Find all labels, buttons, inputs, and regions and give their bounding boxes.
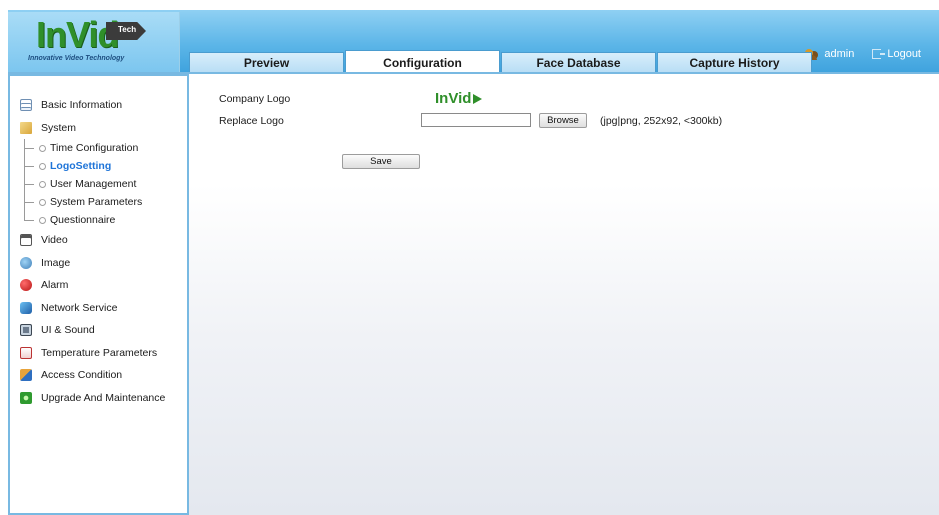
tab-configuration[interactable]: Configuration bbox=[345, 50, 500, 72]
sidebar-item-label: Upgrade And Maintenance bbox=[41, 391, 166, 404]
video-icon bbox=[20, 234, 32, 247]
bullet-icon bbox=[39, 198, 46, 206]
sidebar-item-image[interactable]: Image bbox=[20, 252, 165, 275]
upgrade-icon bbox=[20, 391, 32, 404]
sidebar-item-access-condition[interactable]: Access Condition bbox=[20, 364, 165, 387]
sidebar-item-video[interactable]: Video bbox=[20, 229, 165, 252]
image-icon bbox=[20, 256, 32, 269]
alarm-icon bbox=[20, 279, 32, 292]
main-tabs: Preview Configuration Face Database Capt… bbox=[189, 50, 813, 72]
company-logo-preview: InVid bbox=[435, 90, 483, 107]
app-window: admin Logout InVid Tech Innovative Video… bbox=[0, 0, 939, 515]
sidebar-menu: Basic Information System Time Configurat… bbox=[20, 94, 165, 409]
temperature-icon bbox=[20, 346, 32, 359]
logout-link[interactable]: Logout bbox=[887, 48, 921, 60]
sidebar-item-label: Alarm bbox=[41, 279, 69, 292]
company-logo-label: Company Logo bbox=[219, 93, 291, 105]
browse-button[interactable]: Browse bbox=[539, 113, 587, 128]
bullet-icon bbox=[39, 216, 46, 224]
logo-setting-panel: Company Logo InVid Replace Logo Browse (… bbox=[189, 72, 939, 515]
system-folder-icon bbox=[20, 121, 32, 134]
sidebar-item-label: Image bbox=[41, 256, 71, 269]
sidebar-subitem-questionnaire[interactable]: Questionnaire bbox=[20, 211, 165, 229]
tab-preview[interactable]: Preview bbox=[189, 52, 344, 72]
bullet-icon bbox=[39, 144, 46, 152]
sidebar-item-alarm[interactable]: Alarm bbox=[20, 274, 165, 297]
logo-arrow-icon bbox=[473, 94, 483, 105]
sidebar-subitem-time-configuration[interactable]: Time Configuration bbox=[20, 139, 165, 157]
sidebar-item-temperature-parameters[interactable]: Temperature Parameters bbox=[20, 342, 165, 365]
logo-subtitle: Innovative Video Technology bbox=[28, 55, 125, 62]
file-format-hint: (jpg|png, 252x92, <300kb) bbox=[600, 115, 723, 127]
brand-logo: InVid Tech Innovative Video Technology bbox=[8, 12, 180, 72]
sidebar-subitem-label: User Management bbox=[50, 178, 137, 190]
user-area: admin Logout bbox=[805, 48, 921, 60]
sidebar-item-label: Video bbox=[41, 234, 68, 247]
sidebar-item-upgrade-and-maintenance[interactable]: Upgrade And Maintenance bbox=[20, 387, 165, 410]
network-icon bbox=[20, 301, 32, 314]
sidebar-item-label: UI & Sound bbox=[41, 324, 95, 337]
sidebar-subitem-label: System Parameters bbox=[50, 196, 143, 208]
access-icon bbox=[20, 369, 32, 382]
sidebar-item-label: System bbox=[41, 121, 77, 134]
sidebar: Basic Information System Time Configurat… bbox=[8, 72, 189, 515]
sidebar-item-basic-information[interactable]: Basic Information bbox=[20, 94, 165, 117]
tab-capture-history[interactable]: Capture History bbox=[657, 52, 812, 72]
sidebar-subitem-label: Time Configuration bbox=[50, 142, 139, 154]
tab-face-database[interactable]: Face Database bbox=[501, 52, 656, 72]
save-button[interactable]: Save bbox=[342, 154, 420, 169]
sidebar-item-label: Network Service bbox=[41, 301, 118, 314]
logo-tag-badge: Tech bbox=[106, 22, 146, 40]
sidebar-subitem-logo-setting[interactable]: LogoSetting bbox=[20, 157, 165, 175]
bullet-icon bbox=[39, 180, 46, 188]
sidebar-item-label: Basic Information bbox=[41, 99, 123, 112]
logo-file-input[interactable] bbox=[421, 113, 531, 127]
sidebar-subitem-label: Questionnaire bbox=[50, 214, 116, 226]
bullet-icon bbox=[39, 162, 46, 170]
sidebar-item-label: Access Condition bbox=[41, 369, 123, 382]
sidebar-subitem-system-parameters[interactable]: System Parameters bbox=[20, 193, 165, 211]
logo-tag-text: Tech bbox=[118, 25, 137, 34]
ui-sound-icon bbox=[20, 324, 32, 337]
replace-logo-label: Replace Logo bbox=[219, 115, 284, 127]
username[interactable]: admin bbox=[824, 48, 854, 60]
sidebar-item-label: Temperature Parameters bbox=[41, 346, 158, 359]
logout-icon[interactable] bbox=[872, 49, 886, 59]
sidebar-subitem-user-management[interactable]: User Management bbox=[20, 175, 165, 193]
sidebar-item-ui-sound[interactable]: UI & Sound bbox=[20, 319, 165, 342]
sidebar-subitem-label: LogoSetting bbox=[50, 160, 112, 172]
sidebar-item-system[interactable]: System bbox=[20, 117, 165, 140]
sidebar-item-network-service[interactable]: Network Service bbox=[20, 297, 165, 320]
info-list-icon bbox=[20, 99, 32, 112]
company-logo-text: InVid bbox=[435, 90, 472, 107]
